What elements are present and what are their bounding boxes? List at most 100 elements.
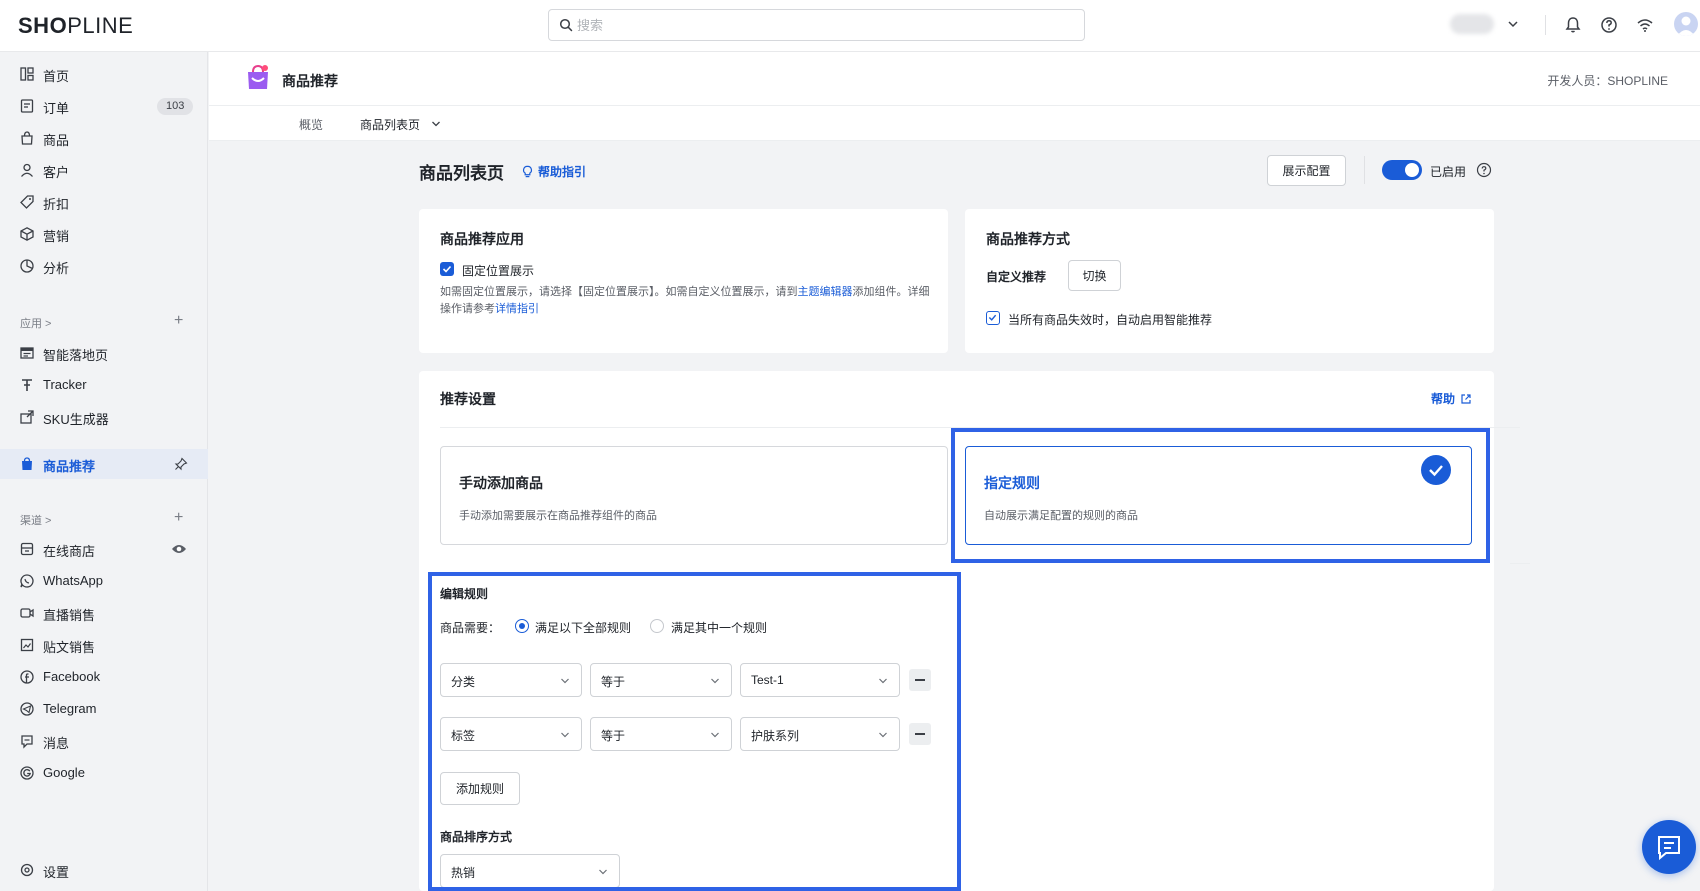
auto-smart-recommend-label: 当所有商品失效时，自动启用智能推荐 [1008, 313, 1213, 327]
marketing-cube-icon [20, 227, 34, 241]
home-icon [20, 67, 34, 81]
sidebar-item-label: 营销 [43, 229, 70, 244]
recommend-settings-card: 推荐设置 帮助 手动添加商品 手动添加需要展示在商品推荐组件的商品 指定规则 自… [419, 371, 1530, 891]
sidebar-item-live-sales[interactable]: 直播销售 [0, 598, 208, 628]
recommend-method-card: 商品推荐方式 自定义推荐 切换 当所有商品失效时，自动启用智能推荐 [965, 209, 1494, 353]
sidebar-item-tracker[interactable]: Tracker [0, 370, 208, 400]
remove-rule-button[interactable] [909, 669, 931, 691]
google-icon [20, 766, 34, 780]
remove-rule-button[interactable] [909, 723, 931, 745]
sidebar-item-label: Facebook [43, 669, 101, 684]
eye-icon[interactable] [171, 542, 187, 556]
sidebar-item-smart-landing[interactable]: 智能落地页 [0, 338, 208, 368]
manual-add-option[interactable]: 手动添加商品 手动添加需要展示在商品推荐组件的商品 [440, 446, 948, 545]
chevron-down-icon [711, 732, 719, 738]
match-any-radio[interactable] [650, 619, 664, 633]
theme-editor-link[interactable]: 主题编辑器 [798, 286, 853, 298]
fixed-position-checkbox[interactable] [440, 262, 454, 276]
switch-button[interactable]: 切换 [1068, 260, 1121, 291]
apps-section-label[interactable]: 应用 > [20, 315, 51, 331]
rule-operator-select[interactable]: 等于 [590, 663, 732, 697]
help-circle-icon[interactable] [1599, 15, 1619, 35]
enabled-toggle[interactable] [1382, 160, 1422, 180]
analytics-icon [20, 259, 34, 273]
sidebar-item-orders[interactable]: 订单 103 [0, 91, 208, 121]
divider [1364, 156, 1365, 184]
help-label: 帮助 [1430, 392, 1455, 406]
wifi-icon[interactable] [1635, 15, 1655, 35]
sidebar-item-analytics[interactable]: 分析 [0, 251, 208, 281]
divider [1545, 15, 1546, 35]
pin-icon[interactable] [174, 457, 188, 471]
landing-page-icon [20, 347, 34, 359]
bell-icon[interactable] [1563, 15, 1583, 35]
sidebar-item-marketing[interactable]: 营销 [0, 219, 208, 249]
add-rule-button[interactable]: 添加规则 [440, 772, 520, 805]
search-input[interactable] [577, 15, 1057, 35]
sidebar-item-telegram[interactable]: Telegram [0, 694, 208, 724]
rule-field-select[interactable]: 分类 [440, 663, 582, 697]
tracker-icon [22, 379, 32, 391]
specify-rules-option[interactable]: 指定规则 自动展示满足配置的规则的商品 [965, 446, 1472, 545]
tab-product-list-page[interactable]: 商品列表页 [360, 116, 420, 133]
match-any-label: 满足其中一个规则 [671, 621, 768, 635]
sidebar-item-label: 商品 [43, 133, 70, 148]
add-channel-plus-icon[interactable]: + [174, 510, 183, 526]
sidebar-item-label: 消息 [43, 736, 70, 751]
chevron-down-icon [879, 732, 887, 738]
rule-field-select[interactable]: 标签 [440, 717, 582, 751]
add-app-plus-icon[interactable]: + [174, 313, 183, 329]
match-all-radio[interactable] [515, 619, 529, 633]
live-sales-icon [20, 608, 34, 618]
tab-overview[interactable]: 概览 [299, 116, 323, 133]
store-name-blurred[interactable] [1450, 14, 1494, 34]
sidebar-item-label: 直播销售 [43, 608, 96, 623]
channels-section-label[interactable]: 渠道 > [20, 512, 51, 528]
sidebar-item-google[interactable]: Google [0, 758, 208, 788]
sidebar-item-sku-generator[interactable]: SKU生成器 [0, 402, 208, 432]
detail-guide-link[interactable]: 详情指引 [495, 303, 539, 315]
chevron-down-icon[interactable] [1506, 17, 1520, 31]
search-box[interactable] [548, 9, 1085, 41]
option-description: 自动展示满足配置的规则的商品 [984, 510, 1138, 522]
sidebar: 首页 订单 103 商品 客户 折扣 营销 分析 应用 > + 智能落地页 Tr… [0, 52, 208, 891]
app-tabs: 概览 商品列表页 [209, 106, 1700, 141]
avatar[interactable] [1674, 12, 1698, 36]
check-icon [988, 314, 997, 321]
sidebar-item-product-recommend[interactable]: 商品推荐 [0, 449, 208, 479]
help-circle-icon[interactable] [1476, 162, 1492, 178]
sidebar-item-home[interactable]: 首页 [0, 59, 208, 89]
help-guide-label: 帮助指引 [538, 165, 587, 179]
help-link[interactable]: 帮助 [1431, 390, 1472, 407]
rule-value-select[interactable]: Test-1 [740, 663, 900, 697]
sidebar-item-messages[interactable]: 消息 [0, 726, 208, 756]
sidebar-item-settings[interactable]: 设置 [0, 855, 208, 885]
chevron-down-icon [599, 869, 607, 875]
match-all-label: 满足以下全部规则 [535, 621, 632, 635]
sidebar-item-facebook[interactable]: Facebook [0, 662, 208, 692]
chevron-down-icon[interactable] [430, 118, 442, 130]
sidebar-item-customers[interactable]: 客户 [0, 155, 208, 185]
display-config-button[interactable]: 展示配置 [1267, 155, 1346, 186]
chevron-down-icon [561, 678, 569, 684]
lightbulb-icon [522, 165, 533, 178]
rule-operator-select[interactable]: 等于 [590, 717, 732, 751]
sidebar-item-online-store[interactable]: 在线商店 [0, 534, 208, 564]
sort-method-select[interactable]: 热销 [440, 854, 620, 888]
sidebar-item-label: 客户 [43, 165, 70, 180]
product-recommend-app-icon [248, 64, 268, 89]
chat-button[interactable] [1642, 820, 1696, 874]
option-description: 手动添加需要展示在商品推荐组件的商品 [459, 510, 657, 522]
sort-method-title: 商品排序方式 [440, 830, 513, 844]
sidebar-item-products[interactable]: 商品 [0, 123, 208, 153]
help-guide-link[interactable]: 帮助指引 [521, 163, 586, 180]
discount-tag-icon [20, 195, 34, 209]
sidebar-item-post-sales[interactable]: 贴文销售 [0, 630, 208, 660]
auto-smart-recommend-checkbox[interactable] [986, 311, 1000, 325]
option-title: 手动添加商品 [459, 475, 543, 491]
sidebar-item-discounts[interactable]: 折扣 [0, 187, 208, 217]
shopline-logo[interactable]: SHOPLINE [18, 13, 133, 39]
page-title: 商品列表页 [419, 164, 504, 183]
rule-value-select[interactable]: 护肤系列 [740, 717, 900, 751]
sidebar-item-whatsapp[interactable]: WhatsApp [0, 566, 208, 596]
